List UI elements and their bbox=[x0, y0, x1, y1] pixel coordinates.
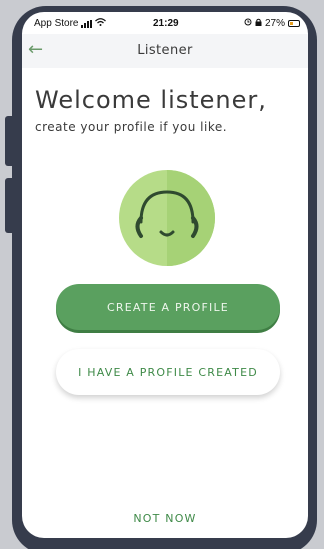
signal-icon bbox=[81, 19, 93, 28]
carrier-label: App Store bbox=[34, 18, 79, 29]
page-title: Listener bbox=[137, 43, 193, 58]
lock-icon bbox=[255, 18, 262, 29]
status-time: 21:29 bbox=[153, 18, 179, 29]
status-right: 27% bbox=[244, 18, 300, 29]
alarm-icon bbox=[244, 18, 252, 29]
navigation-bar: ← Listener bbox=[22, 34, 308, 68]
volume-down-button bbox=[5, 178, 15, 233]
status-bar: App Store 21:29 27% bbox=[22, 12, 308, 34]
battery-percent: 27% bbox=[264, 18, 285, 29]
create-profile-button[interactable]: CREATE A PROFILE bbox=[56, 284, 280, 330]
have-profile-button[interactable]: I HAVE A PROFILE CREATED bbox=[56, 349, 280, 395]
welcome-subtitle: create your profile if you like. bbox=[35, 120, 228, 134]
not-now-link[interactable]: NOT NOW bbox=[22, 512, 308, 525]
headphones-smiley-icon bbox=[135, 190, 199, 238]
phone-screen: App Store 21:29 27% ← Listener Welcome l… bbox=[22, 12, 308, 538]
status-left: App Store bbox=[34, 18, 107, 29]
volume-up-button bbox=[5, 116, 15, 166]
welcome-title: Welcome listener, bbox=[35, 86, 267, 114]
battery-icon bbox=[288, 20, 300, 27]
avatar bbox=[119, 170, 215, 266]
wifi-icon bbox=[95, 18, 107, 29]
